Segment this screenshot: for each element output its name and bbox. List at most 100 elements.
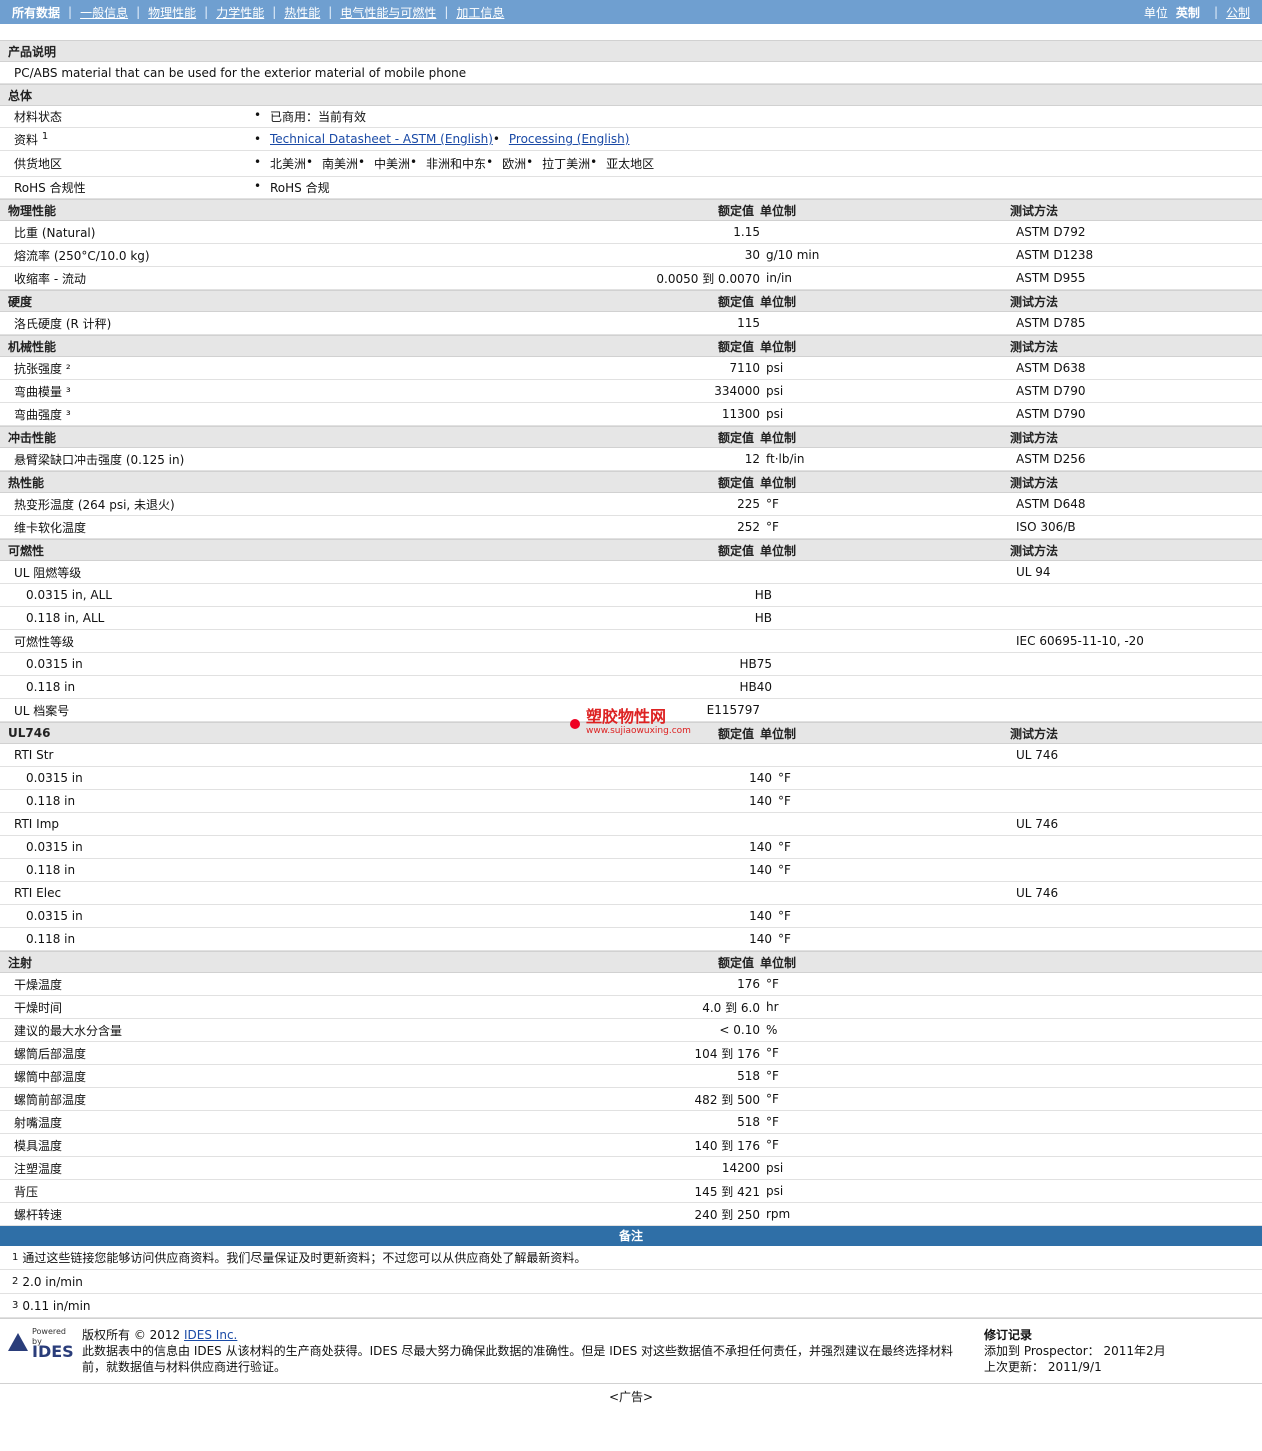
- col-rated: 额定值: [717, 203, 754, 218]
- region-item: 北美洲: [254, 155, 306, 172]
- row-test: ASTM D790: [1016, 407, 1086, 421]
- note-sup: 1: [12, 1252, 19, 1263]
- table-row: 弯曲强度 ³ 11300 psi ASTM D790: [0, 403, 1262, 426]
- row-value: 482 到 500: [694, 1092, 760, 1107]
- col-test: 测试方法: [1010, 294, 1059, 309]
- copyright: 版权所有 © 2012 IDES Inc.: [82, 1327, 972, 1343]
- row-name: 射嘴温度: [14, 1115, 63, 1130]
- table-row: 背压 145 到 421 psi: [0, 1180, 1262, 1203]
- nav-physical[interactable]: 物理性能: [148, 4, 196, 21]
- nav-mechanical[interactable]: 力学性能: [216, 4, 264, 21]
- table-row: 0.0315 in 140 °F: [0, 905, 1262, 928]
- col-test: 测试方法: [1010, 475, 1059, 490]
- row-name: RTI Elec: [14, 886, 62, 900]
- row-name: 背压: [14, 1184, 39, 1199]
- table-row: 注塑温度 14200 psi: [0, 1157, 1262, 1180]
- table-row: 抗张强度 ² 7110 psi ASTM D638: [0, 357, 1262, 380]
- nav-sep: |: [444, 5, 449, 19]
- nav-thermal[interactable]: 热性能: [284, 4, 320, 21]
- row-unit: psi: [766, 407, 784, 421]
- impact-head: 冲击性能 额定值 单位制 测试方法: [0, 426, 1262, 448]
- note-text: 0.11 in/min: [22, 1298, 91, 1313]
- updated-value: 2011/9/1: [1047, 1360, 1102, 1374]
- row-value: 30: [744, 248, 760, 262]
- row-name: 0.118 in: [26, 863, 76, 877]
- status-value: 已商用：当前有效: [254, 108, 366, 125]
- rohs-label: RoHS 合规性: [14, 181, 86, 195]
- section-title: 注射: [8, 955, 33, 970]
- table-row: 可燃性等级 IEC 60695-11-10, -20: [0, 630, 1262, 653]
- units-english[interactable]: 英制: [1176, 4, 1200, 21]
- row-value: 334000: [714, 384, 760, 398]
- table-row: RTI Elec UL 746: [0, 882, 1262, 905]
- table-row: 0.0315 in 140 °F: [0, 836, 1262, 859]
- row-value: 11300: [721, 407, 760, 421]
- table-row: 螺杆转速 240 到 250 rpm: [0, 1203, 1262, 1226]
- top-nav: 所有数据 | 一般信息 | 物理性能 | 力学性能 | 热性能 | 电气性能与可…: [0, 0, 1262, 24]
- watermark: 塑胶物性网 www.sujiaowuxing.com: [570, 707, 691, 738]
- row-unit: °F: [778, 771, 791, 785]
- row-name: RTI Imp: [14, 817, 59, 831]
- watermark-text-block: 塑胶物性网 www.sujiaowuxing.com: [586, 707, 691, 738]
- watermark-icon: [570, 719, 580, 729]
- row-value: 140: [749, 932, 772, 946]
- table-row: 0.0315 in HB75: [0, 653, 1262, 676]
- row-unit: °F: [766, 520, 779, 534]
- revision-history: 修订记录 添加到 Prospector： 2011年2月 上次更新： 2011/…: [984, 1327, 1254, 1375]
- rev-updated: 上次更新： 2011/9/1: [984, 1359, 1254, 1375]
- col-unit: 单位制: [760, 543, 797, 558]
- table-row: 洛氏硬度 (R 计秤) 115 ASTM D785: [0, 312, 1262, 335]
- units-metric[interactable]: 公制: [1226, 4, 1250, 21]
- section-title: 冲击性能: [8, 430, 57, 445]
- ad-banner[interactable]: <广告>: [0, 1383, 1262, 1408]
- note-item: 1 通过这些链接您能够访问供应商资料。我们尽量保证及时更新资料；不过您可以从供应商…: [0, 1246, 1262, 1270]
- row-name: 0.118 in, ALL: [26, 611, 105, 625]
- row-name: 0.0315 in: [26, 771, 83, 785]
- row-name: 干燥温度: [14, 977, 63, 992]
- row-name: 注塑温度: [14, 1161, 63, 1176]
- note-sup: 2: [12, 1276, 19, 1287]
- hardness-head: 硬度 额定值 单位制 测试方法: [0, 290, 1262, 312]
- table-row: 射嘴温度 518 °F: [0, 1111, 1262, 1134]
- row-name: 螺筒前部温度: [14, 1092, 87, 1107]
- row-name: 可燃性等级: [14, 634, 75, 649]
- note-text: 通过这些链接您能够访问供应商资料。我们尽量保证及时更新资料；不过您可以从供应商处…: [22, 1251, 587, 1265]
- nav-processing[interactable]: 加工信息: [456, 4, 504, 21]
- doc-link-datasheet[interactable]: Technical Datasheet - ASTM (English): [270, 132, 493, 146]
- doc-item: Processing (English): [493, 132, 630, 146]
- row-unit: g/10 min: [766, 248, 820, 262]
- row-value: HB75: [739, 657, 772, 671]
- note-item: 3 0.11 in/min: [0, 1294, 1262, 1318]
- nav-electrical[interactable]: 电气性能与可燃性: [340, 4, 436, 21]
- row-name: 0.0315 in: [26, 909, 83, 923]
- row-value: 104 到 176: [694, 1046, 760, 1061]
- docs-row: 资料 1 Technical Datasheet - ASTM (English…: [0, 128, 1262, 151]
- row-test: ASTM D256: [1016, 452, 1086, 466]
- nav-general[interactable]: 一般信息: [80, 4, 128, 21]
- table-row: 悬臂梁缺口冲击强度 (0.125 in) 12 ft·lb/in ASTM D256: [0, 448, 1262, 471]
- col-unit: 单位制: [760, 475, 797, 490]
- ides-link[interactable]: IDES Inc.: [184, 1328, 237, 1342]
- nav-right: 单位 英制 | 公制: [1144, 4, 1250, 21]
- added-label: 添加到 Prospector：: [984, 1344, 1100, 1358]
- row-test: UL 746: [1016, 748, 1059, 762]
- table-row: 维卡软化温度 252 °F ISO 306/B: [0, 516, 1262, 539]
- col-unit: 单位制: [760, 203, 797, 218]
- watermark-title: 塑胶物性网: [586, 707, 667, 726]
- updated-label: 上次更新：: [984, 1360, 1045, 1374]
- doc-link-processing[interactable]: Processing (English): [509, 132, 630, 146]
- section-title: 物理性能: [8, 203, 57, 218]
- rev-title: 修订记录: [984, 1328, 1033, 1342]
- general-head-text: 总体: [8, 88, 33, 103]
- row-value: 7110: [729, 361, 760, 375]
- nav-sep: |: [136, 5, 141, 19]
- row-unit: ft·lb/in: [766, 452, 805, 466]
- nav-all-data[interactable]: 所有数据: [12, 4, 60, 21]
- table-row: RTI Imp UL 746: [0, 813, 1262, 836]
- row-name: 螺杆转速: [14, 1207, 63, 1222]
- row-unit: psi: [766, 1184, 784, 1198]
- row-unit: °F: [778, 909, 791, 923]
- row-test: UL 94: [1016, 565, 1051, 579]
- watermark-url: www.sujiaowuxing.com: [586, 726, 691, 736]
- row-name: 0.118 in: [26, 680, 76, 694]
